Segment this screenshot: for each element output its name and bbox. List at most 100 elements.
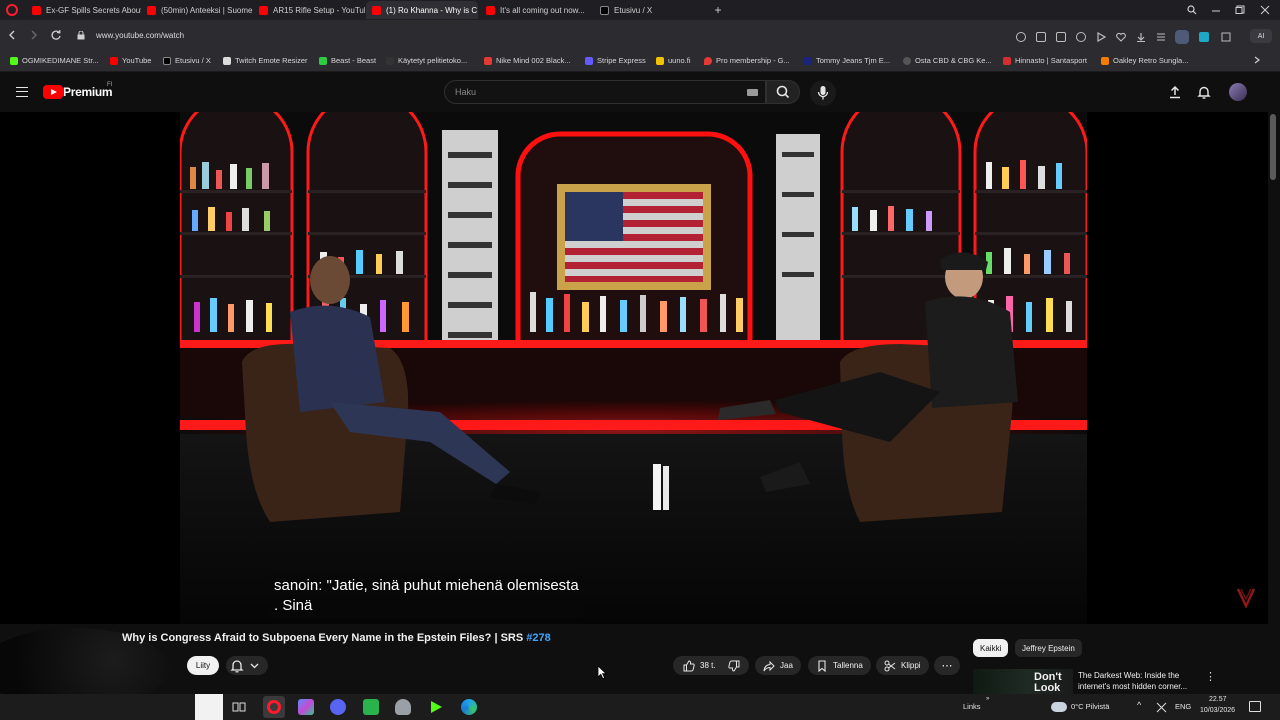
recommendation-thumbnail[interactable]: Don't Look	[973, 669, 1073, 694]
search-box-edge[interactable]	[195, 694, 223, 720]
back-icon[interactable]	[8, 29, 16, 41]
stripe-icon	[585, 56, 593, 65]
video-player[interactable]: sanoin: "Jatie, sinä puhut miehenä olemi…	[0, 112, 1268, 624]
chip-topic[interactable]: Jeffrey Epstein	[1015, 639, 1082, 657]
ai-button[interactable]: AI	[1250, 29, 1272, 43]
more-actions-button[interactable]: ⋯	[934, 656, 960, 675]
vpn-icon[interactable]	[1076, 32, 1086, 42]
app-green-icon[interactable]	[363, 699, 379, 715]
edit-icon[interactable]	[1036, 32, 1046, 42]
tab-label: (1) Ro Khanna - Why is C	[386, 5, 478, 15]
subscription-bell-button[interactable]	[226, 656, 268, 675]
clock-time[interactable]: 22.57	[1209, 696, 1227, 703]
youtube-favicon-icon	[486, 5, 495, 15]
clip-label: Klippi	[901, 661, 921, 670]
bookmark-item[interactable]: Oakley Retro Sungla...	[1101, 56, 1188, 65]
bookmarks-overflow-icon[interactable]	[1253, 56, 1261, 64]
search-page-icon[interactable]	[1016, 32, 1026, 42]
youtube-icon	[110, 56, 118, 65]
notifications-bell-icon[interactable]	[1196, 84, 1212, 100]
video-hashtag[interactable]: #278	[526, 632, 550, 644]
menu-icon[interactable]	[1156, 32, 1166, 42]
youtube-favicon-icon	[32, 5, 41, 15]
heart-icon[interactable]	[1116, 32, 1126, 42]
keyboard-icon[interactable]	[747, 89, 758, 96]
voice-search-button[interactable]	[810, 80, 836, 106]
forward-icon[interactable]	[30, 29, 38, 41]
scrollbar-thumb[interactable]	[1270, 114, 1276, 180]
x-favicon-icon	[600, 5, 609, 15]
youtube-logo-icon[interactable]	[43, 85, 63, 99]
bookmark-item[interactable]: Käytetyt pelitietoko...	[386, 56, 467, 65]
bookmark-item[interactable]: Nike Mind 002 Black...	[484, 56, 571, 65]
search-button[interactable]	[766, 80, 800, 104]
clock-date[interactable]: 10/03/2026	[1200, 707, 1235, 714]
join-button[interactable]: Liity	[187, 656, 219, 675]
reload-icon[interactable]	[50, 29, 62, 41]
account-avatar[interactable]	[1229, 83, 1247, 101]
bookmark-item[interactable]: Twitch Emote Resizer	[223, 56, 308, 65]
browser-tab-active[interactable]: (1) Ro Khanna - Why is C	[366, 1, 478, 19]
shield-app-icon[interactable]	[395, 699, 411, 715]
chip-all[interactable]: Kaikki	[973, 639, 1009, 657]
browser-tab[interactable]: AR15 Rifle Setup - YouTub	[253, 1, 365, 19]
cloud-icon[interactable]	[1051, 702, 1067, 712]
clip-button[interactable]: Klippi	[876, 656, 929, 675]
bookmark-item[interactable]: Osta CBD & CBG Ke...	[903, 56, 992, 65]
upload-icon[interactable]	[1167, 84, 1183, 100]
url-field[interactable]: www.youtube.com/watch	[96, 31, 184, 40]
links-toolbar[interactable]: Links	[963, 702, 981, 711]
links-chevron-icon[interactable]: »	[986, 696, 989, 702]
bookmark-item[interactable]: Hinnasto | Santasport	[1003, 56, 1087, 65]
save-button[interactable]: Tallenna	[808, 656, 871, 675]
bookmark-item[interactable]: Stripe Express	[585, 56, 646, 65]
browser-tab[interactable]: Ex-GF Spills Secrets About	[26, 1, 141, 19]
channel-watermark-icon[interactable]	[1236, 586, 1256, 608]
more-vert-icon[interactable]: ⋮	[1205, 670, 1216, 683]
maximize-icon[interactable]	[1233, 3, 1247, 17]
copilot-icon[interactable]	[298, 699, 314, 715]
minimize-icon[interactable]	[1209, 3, 1223, 17]
close-window-icon[interactable]	[1258, 3, 1272, 17]
video-caption: sanoin: "Jatie, sinä puhut miehenä olemi…	[270, 575, 583, 617]
player-icon[interactable]	[1096, 32, 1106, 42]
lock-icon[interactable]	[77, 31, 85, 40]
tab-search-icon[interactable]	[1185, 3, 1199, 17]
task-view-icon[interactable]	[231, 699, 247, 715]
bookmark-item[interactable]: uuno.fi	[656, 56, 691, 65]
browser-tab[interactable]: (50min) Anteeksi | Suome	[141, 1, 253, 19]
bookmark-item[interactable]: Beast - Beast	[319, 56, 376, 65]
edge-icon[interactable]	[461, 699, 477, 715]
browser-tab[interactable]: Etusivu / X	[594, 1, 704, 19]
page-scrollbar[interactable]	[1268, 112, 1280, 692]
guide-menu-icon[interactable]	[16, 87, 28, 97]
weather-text[interactable]: 0°C Pilvistä	[1071, 702, 1109, 711]
new-tab-button[interactable]: +	[711, 3, 725, 17]
discord-icon[interactable]	[330, 699, 346, 715]
opera-logo-icon[interactable]	[6, 4, 18, 16]
profile-icon[interactable]	[1175, 30, 1189, 44]
bookmark-item[interactable]: Pro membership - G...	[704, 56, 790, 65]
bookmark-item[interactable]: OGMIKEDIMANE Str...	[10, 56, 99, 65]
camera-icon[interactable]	[1056, 32, 1066, 42]
puzzle-extensions-icon[interactable]	[1221, 32, 1231, 42]
network-icon[interactable]	[1156, 702, 1167, 713]
play-app-icon[interactable]	[428, 699, 444, 715]
youtube-premium-wordmark[interactable]: Premium	[63, 85, 113, 99]
tab-label: Etusivu / X	[614, 5, 653, 15]
extension-icon[interactable]	[1199, 32, 1209, 42]
bookmark-item[interactable]: Tommy Jeans Tjm E...	[804, 56, 890, 65]
search-input[interactable]: Haku	[444, 80, 766, 104]
download-icon[interactable]	[1136, 32, 1146, 42]
bookmark-item[interactable]: YouTube	[110, 56, 151, 65]
tray-expand-icon[interactable]: ^	[1137, 700, 1141, 710]
language-indicator[interactable]: ENG	[1175, 702, 1191, 711]
bookmark-item[interactable]: Etusivu / X	[163, 56, 211, 65]
browser-tab[interactable]: It's all coming out now...	[480, 1, 592, 19]
dislike-button[interactable]	[718, 656, 749, 675]
recommendation-title[interactable]: The Darkest Web: Inside the internet's m…	[1078, 670, 1203, 692]
like-count: 38 t.	[700, 661, 716, 670]
notification-center-icon[interactable]	[1249, 701, 1261, 712]
share-button[interactable]: Jaa	[755, 656, 801, 675]
opera-taskbar-button[interactable]	[263, 696, 285, 718]
